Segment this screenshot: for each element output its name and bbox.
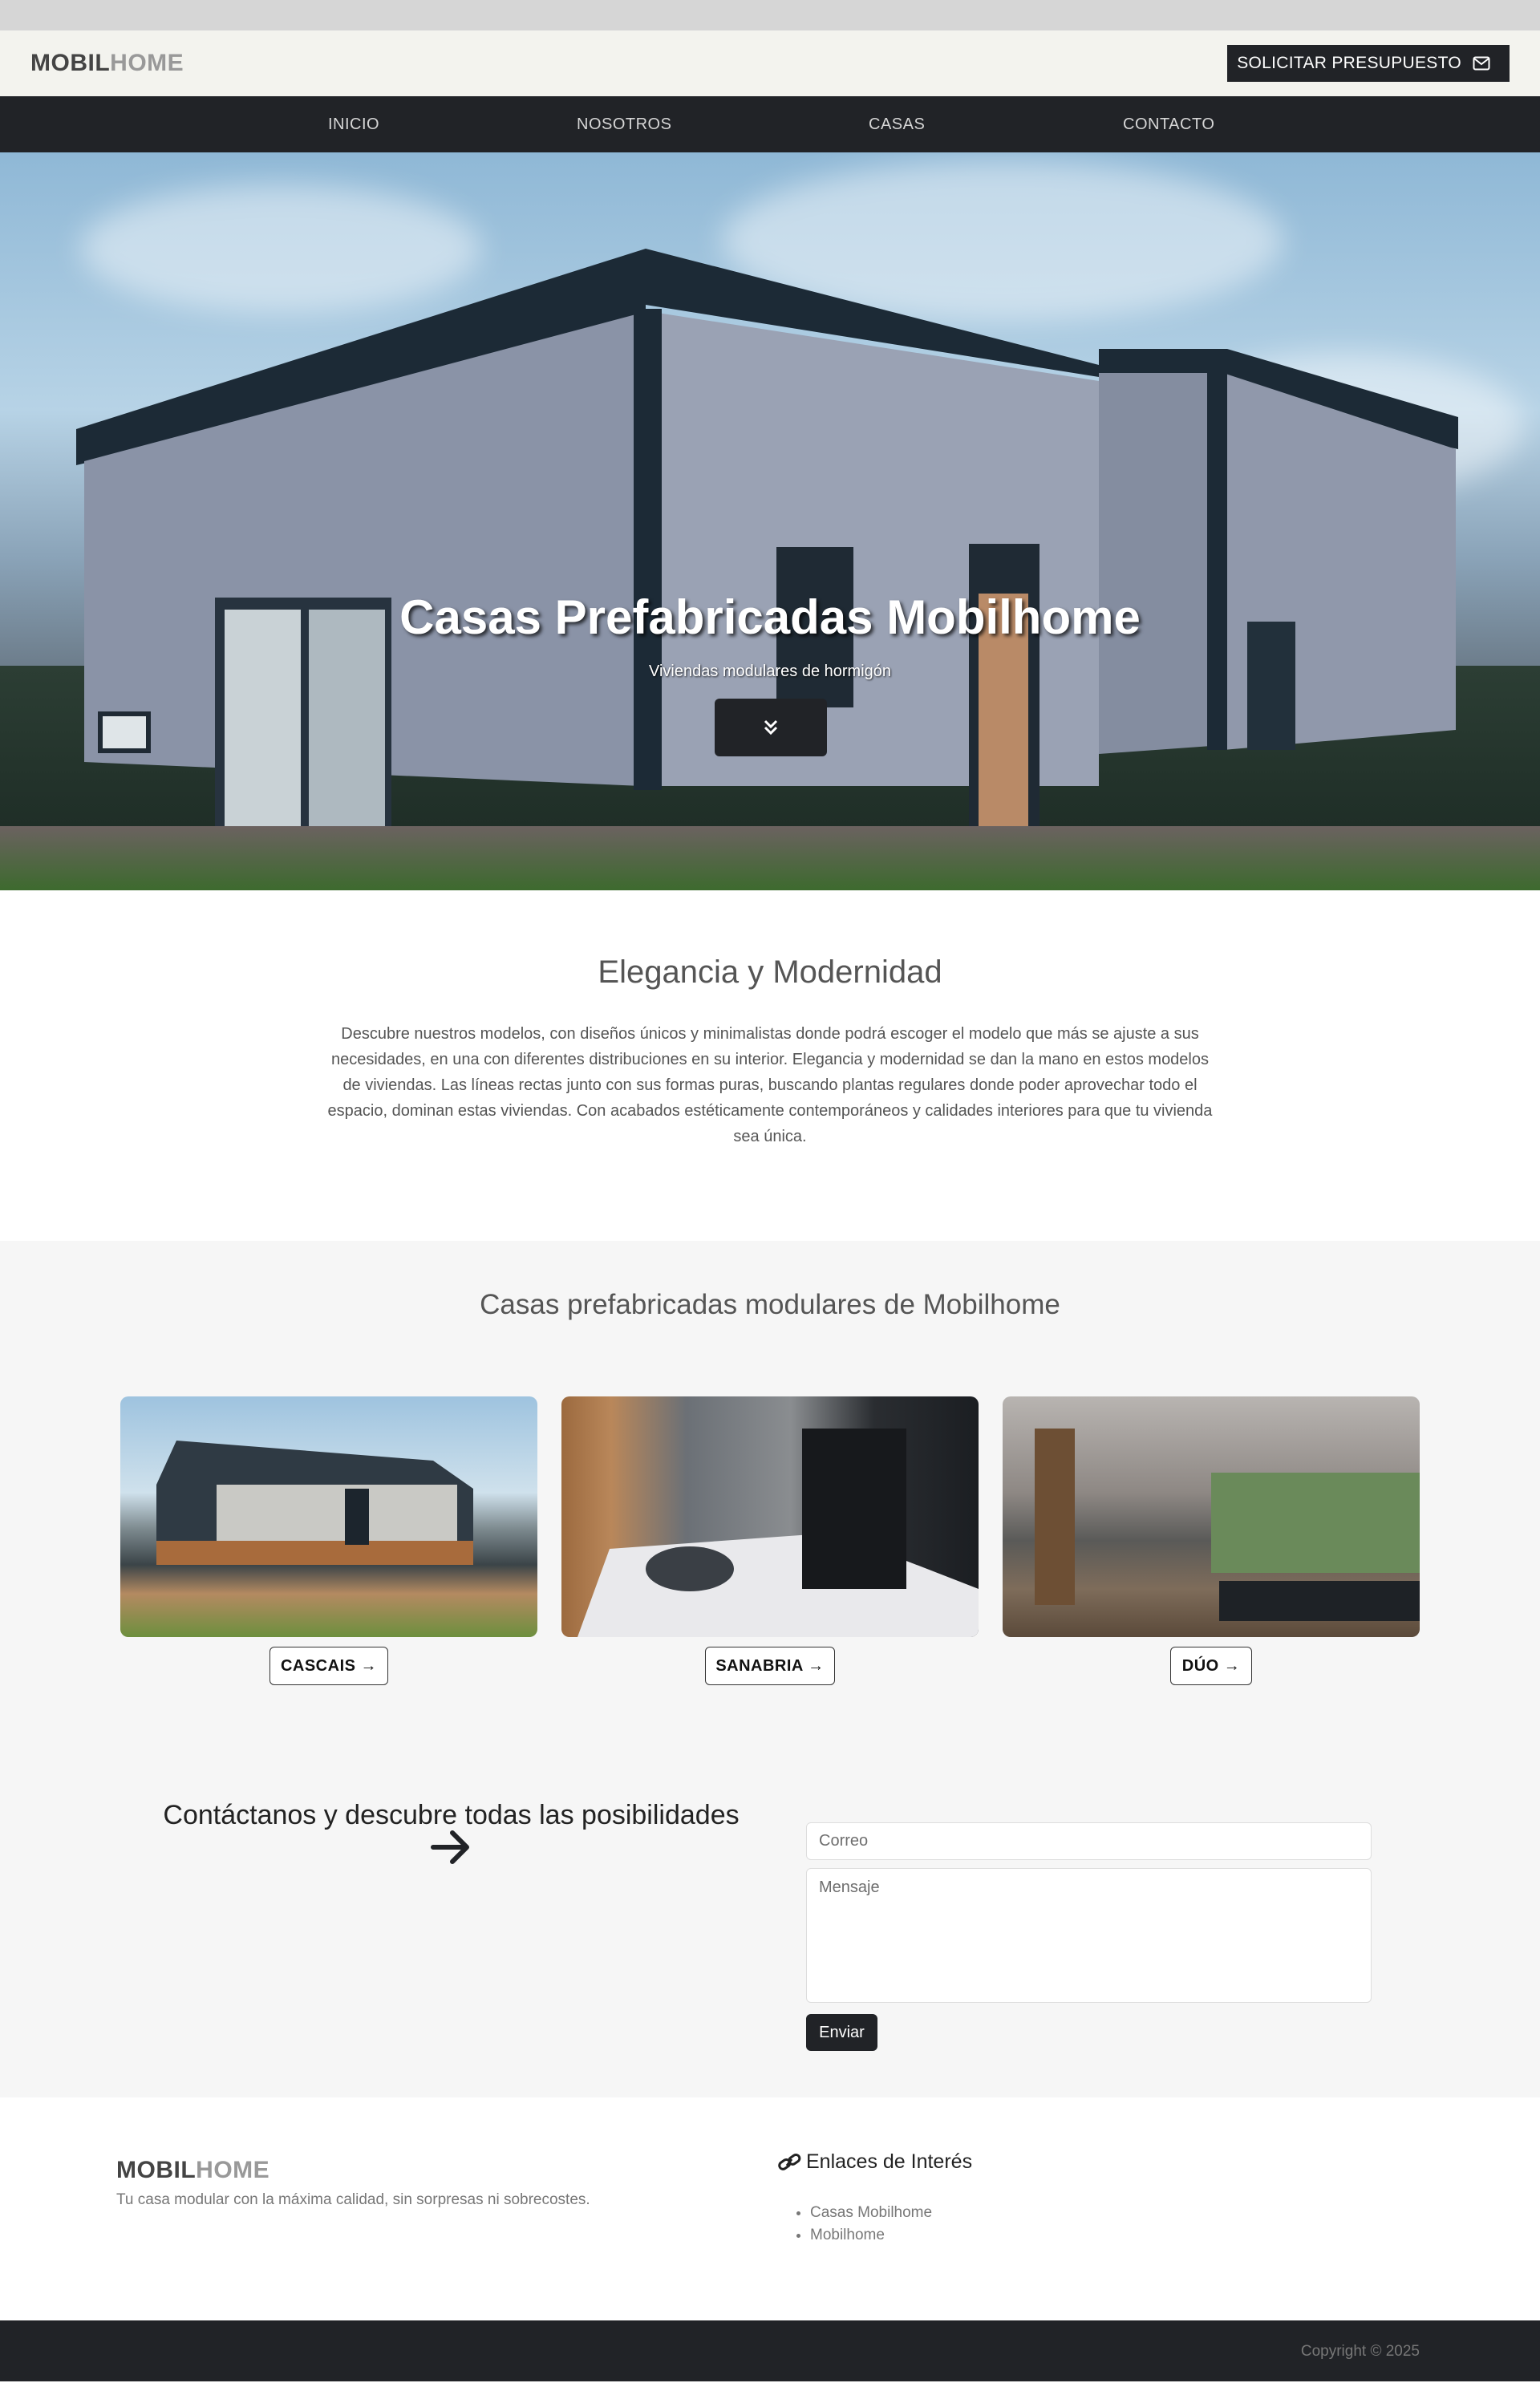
cascais-house-image: [156, 1441, 473, 1565]
arrow-right-icon: [431, 1830, 469, 1864]
browser-top-strip: [0, 0, 1540, 30]
envelope-icon: [1473, 56, 1490, 71]
link-mobilhome[interactable]: Mobilhome: [810, 2227, 932, 2244]
scroll-down-button[interactable]: [715, 699, 827, 756]
modular-house-image: [76, 249, 1458, 890]
nav-item-inicio[interactable]: INICIO: [328, 116, 379, 134]
hero-banner: Casas Prefabricadas Mobilhome Viviendas …: [0, 152, 1540, 890]
email-field[interactable]: [806, 1822, 1372, 1860]
ground-area: [0, 826, 1540, 890]
nav-item-casas[interactable]: CASAS: [869, 116, 925, 134]
nav-item-contacto[interactable]: CONTACTO: [1123, 116, 1214, 134]
elegance-section: Elegancia y Modernidad Descubre nuestros…: [0, 890, 1540, 1241]
duo-button[interactable]: DÚO →: [1170, 1647, 1252, 1685]
main-nav: INICIO NOSOTROS CASAS CONTACTO: [0, 96, 1540, 152]
message-field[interactable]: [806, 1868, 1372, 2003]
models-section: Casas prefabricadas modulares de Mobilho…: [0, 1241, 1540, 2097]
elegance-title: Elegancia y Modernidad: [598, 954, 942, 990]
bottom-bar: Copyright © 2025: [0, 2320, 1540, 2381]
footer-logo[interactable]: MOBILHOME: [116, 2157, 270, 2184]
link-casas-mobilhome[interactable]: Casas Mobilhome: [810, 2204, 932, 2222]
sanabria-button[interactable]: SANABRIA →: [705, 1647, 835, 1685]
brand-logo[interactable]: MOBILHOME: [30, 50, 184, 77]
links-title: Enlaces de Interés: [806, 2150, 973, 2173]
links-list: Casas Mobilhome Mobilhome: [810, 2204, 932, 2249]
brand-part1: MOBIL: [30, 50, 111, 76]
copyright-text: Copyright © 2025: [1300, 2343, 1420, 2360]
cascais-image[interactable]: [120, 1396, 537, 1637]
duo-image[interactable]: [1003, 1396, 1420, 1637]
hero-subtitle: Viviendas modulares de hormigón: [648, 663, 892, 680]
footer-brand-part2: HOME: [196, 2157, 270, 2183]
links-heading: Enlaces de Interés: [777, 2150, 972, 2174]
cascais-button[interactable]: CASCAIS →: [270, 1647, 388, 1685]
brand-part2: HOME: [110, 50, 184, 76]
nav-item-nosotros[interactable]: NOSOTROS: [577, 116, 671, 134]
site-footer: MOBILHOME Tu casa modular con la máxima …: [0, 2097, 1540, 2320]
sanabria-bedroom-image: [578, 1429, 979, 1637]
double-chevron-down-icon: [764, 719, 778, 736]
request-quote-button[interactable]: SOLICITAR PRESUPUESTO: [1227, 45, 1510, 82]
footer-tagline: Tu casa modular con la máxima calidad, s…: [116, 2191, 590, 2208]
send-button[interactable]: Enviar: [806, 2014, 877, 2051]
elegance-text: Descubre nuestros modelos, con diseños ú…: [327, 1025, 1213, 1145]
link-icon: [778, 2153, 801, 2170]
hero-title: Casas Prefabricadas Mobilhome: [399, 590, 1141, 644]
request-quote-label: SOLICITAR PRESUPUESTO: [1237, 54, 1461, 72]
models-title: Casas prefabricadas modulares de Mobilho…: [480, 1289, 1060, 1320]
duo-livingroom-image: [1035, 1429, 1420, 1621]
footer-brand-part1: MOBIL: [116, 2157, 197, 2183]
site-header: MOBILHOME SOLICITAR PRESUPUESTO: [0, 30, 1540, 96]
sanabria-image[interactable]: [561, 1396, 979, 1637]
